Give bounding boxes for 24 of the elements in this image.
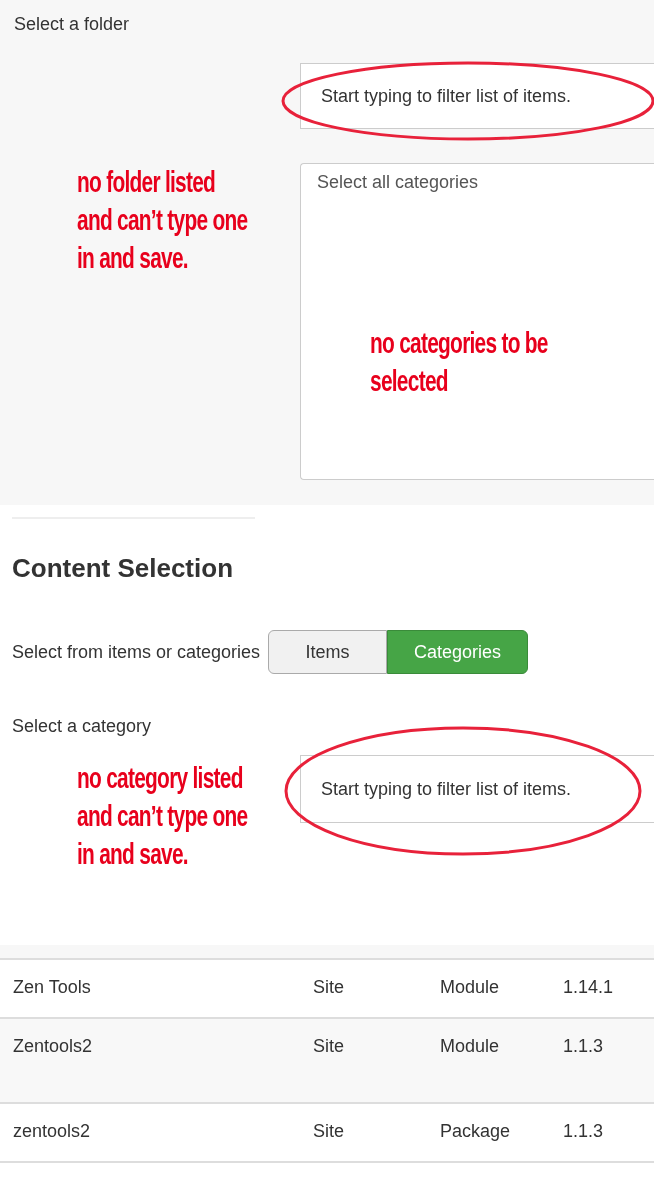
table-cell: 1.1.3: [550, 1103, 654, 1162]
filter-field[interactable]: Start typing to filter list of items.: [300, 755, 654, 823]
field-label: Select a category: [12, 716, 152, 737]
toggle-button[interactable]: Items: [268, 630, 388, 674]
table-cell: 1.1.3: [550, 1018, 654, 1103]
category-listbox[interactable]: Select all categories no categories to be selected: [300, 163, 654, 480]
table-cell: Site: [300, 959, 427, 1018]
field-label: Select from items or categories: [12, 641, 261, 663]
table-cell: zentools2: [0, 1103, 300, 1162]
annotation-note: no category listed and can’t type one in and save.: [77, 761, 248, 872]
table-cell: 1.14.1: [550, 959, 654, 1018]
annotation-note: no folder listed and can’t type one in and save.: [77, 165, 248, 276]
table-cell: Site: [300, 1018, 427, 1103]
list-option[interactable]: Select all categories: [317, 172, 638, 193]
table-cell: Package: [427, 1103, 550, 1162]
section-heading: Content Selection: [12, 553, 234, 584]
table-cell: Module: [427, 959, 550, 1018]
table-cell: Site: [300, 1103, 427, 1162]
table-cell: Zentools2: [0, 1018, 300, 1103]
filter-field[interactable]: Start typing to filter list of items.: [300, 63, 654, 129]
field-label: Select a folder: [14, 14, 130, 35]
table-cell: Module: [427, 1018, 550, 1103]
table-cell: Zen Tools: [0, 959, 300, 1018]
annotation-note: no categories to be selected: [370, 326, 548, 399]
